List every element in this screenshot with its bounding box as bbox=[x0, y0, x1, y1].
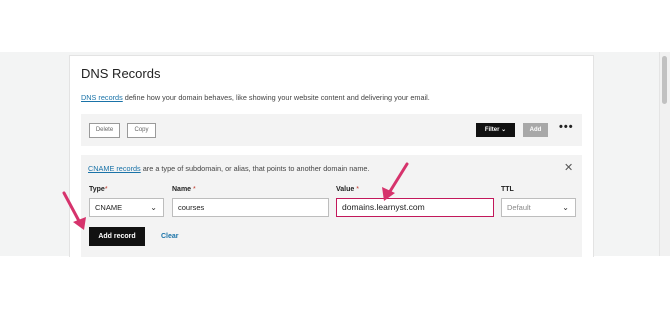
clear-button[interactable]: Clear bbox=[161, 233, 179, 240]
delete-button[interactable]: Delete bbox=[89, 123, 120, 138]
dns-records-link[interactable]: DNS records bbox=[81, 93, 123, 102]
add-record-button[interactable]: Add record bbox=[89, 227, 145, 246]
page-title: DNS Records bbox=[81, 66, 161, 81]
copy-button[interactable]: Copy bbox=[127, 123, 156, 138]
value-label-text: Value bbox=[336, 186, 355, 193]
add-button[interactable]: Add bbox=[523, 123, 548, 137]
ttl-label: TTL bbox=[501, 186, 514, 193]
required-mark: * bbox=[356, 186, 359, 193]
value-input[interactable]: domains.learnyst.com bbox=[336, 198, 494, 217]
scrollbar[interactable] bbox=[659, 52, 670, 256]
dns-records-card: DNS Records DNS records define how your … bbox=[69, 55, 594, 257]
filter-button[interactable]: Filter ⌄ bbox=[476, 123, 515, 137]
required-mark: * bbox=[104, 186, 108, 193]
filter-label: Filter bbox=[484, 127, 500, 133]
scrollbar-thumb[interactable] bbox=[662, 56, 667, 104]
type-select[interactable]: CNAME ⌄ bbox=[89, 198, 164, 217]
name-input[interactable]: courses bbox=[172, 198, 329, 217]
type-label-text: Type bbox=[89, 186, 105, 193]
name-label-text: Name bbox=[172, 186, 192, 193]
type-select-value: CNAME bbox=[95, 203, 123, 212]
name-label: Name * bbox=[172, 186, 196, 193]
chevron-down-icon: ⌄ bbox=[562, 203, 569, 212]
chevron-down-icon: ⌄ bbox=[501, 127, 507, 133]
chevron-down-icon: ⌄ bbox=[150, 203, 157, 212]
cname-note: CNAME records are a type of subdomain, o… bbox=[88, 164, 370, 173]
required-mark: * bbox=[193, 186, 196, 193]
close-icon[interactable]: ✕ bbox=[564, 161, 573, 174]
dns-description: DNS records define how your domain behav… bbox=[81, 93, 430, 102]
ttl-select-value: Default bbox=[507, 203, 531, 212]
ttl-select[interactable]: Default ⌄ bbox=[501, 198, 576, 217]
type-label: Type* bbox=[89, 186, 108, 193]
records-toolbar: Delete Copy Filter ⌄ Add ••• bbox=[81, 114, 582, 146]
cname-records-link[interactable]: CNAME records bbox=[88, 164, 141, 173]
more-horizontal-icon[interactable]: ••• bbox=[559, 121, 574, 133]
dns-description-text: define how your domain behaves, like sho… bbox=[122, 93, 430, 102]
cname-record-form: CNAME records are a type of subdomain, o… bbox=[81, 155, 582, 257]
cname-note-text: are a type of subdomain, or alias, that … bbox=[140, 164, 370, 173]
value-label: Value * bbox=[336, 186, 359, 193]
